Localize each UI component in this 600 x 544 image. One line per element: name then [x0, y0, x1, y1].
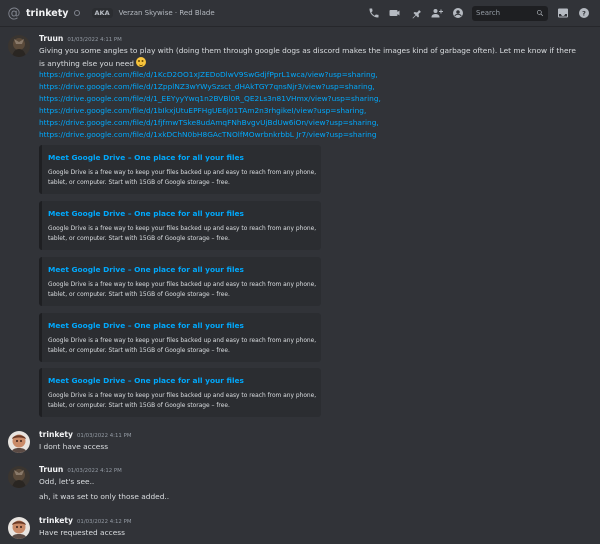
aka-badge: AKA	[91, 8, 113, 18]
dm-header: @ trinkety AKA Verzan Skywise · Red Blad…	[0, 0, 600, 27]
embed-description: Google Drive is a free way to keep your …	[48, 226, 317, 242]
message-header: Truun 01/03/2022 4:11 PM	[39, 34, 122, 43]
username[interactable]: trinkety	[39, 516, 73, 525]
aka-names: Verzan Skywise · Red Blade	[118, 9, 215, 17]
message-text: Giving you some angles to play with (doi…	[39, 46, 576, 55]
username[interactable]: Truun	[39, 465, 63, 474]
message-text-line: is anything else you need	[39, 59, 134, 68]
timestamp: 01/03/2022 4:11 PM	[67, 37, 122, 43]
at-sign-icon: @	[7, 5, 21, 21]
avatar[interactable]	[8, 431, 30, 453]
pinned-messages-icon[interactable]	[405, 4, 426, 22]
inbox-icon[interactable]	[552, 4, 573, 22]
add-friends-icon[interactable]	[426, 4, 447, 22]
search-box[interactable]	[472, 5, 548, 21]
drive-link[interactable]: https://drive.google.com/file/d/1KcD2OO1…	[39, 69, 378, 81]
link-embed: Meet Google Drive – One place for all yo…	[39, 313, 321, 362]
drive-link[interactable]: https://drive.google.com/file/d/1fjfmwTS…	[39, 117, 379, 129]
link-embed: Meet Google Drive – One place for all yo…	[39, 257, 321, 306]
search-icon	[537, 10, 544, 17]
dm-username[interactable]: trinkety	[26, 8, 69, 19]
drive-link[interactable]: https://drive.google.com/file/d/1xkDChN0…	[39, 129, 377, 141]
timestamp: 01/03/2022 4:12 PM	[67, 468, 122, 474]
timestamp: 01/03/2022 4:11 PM	[76, 433, 132, 439]
embed-description: Google Drive is a free way to keep your …	[48, 170, 317, 186]
drive-link[interactable]: https://drive.google.com/file/d/1_EEYyyY…	[39, 93, 381, 105]
embed-description: Google Drive is a free way to keep your …	[48, 338, 317, 354]
embed-title[interactable]: Meet Google Drive – One place for all yo…	[48, 376, 244, 385]
slightly-smiling-face-icon	[135, 57, 146, 67]
avatar[interactable]	[8, 35, 30, 57]
search-input[interactable]	[476, 9, 536, 17]
message-header: trinkety 01/03/2022 4:12 PM	[39, 516, 131, 525]
link-embed: Meet Google Drive – One place for all yo…	[39, 145, 321, 194]
svg-text:?: ?	[582, 9, 586, 17]
avatar[interactable]	[8, 517, 30, 539]
username[interactable]: Truun	[39, 34, 63, 43]
message-text: ah, it was set to only those added..	[39, 492, 170, 501]
message-header: trinkety 01/03/2022 4:11 PM	[39, 430, 131, 439]
drive-link[interactable]: https://drive.google.com/file/d/1ZpplNZ3…	[39, 81, 375, 93]
status-offline-icon	[73, 10, 80, 16]
username[interactable]: trinkety	[39, 430, 73, 439]
embed-description: Google Drive is a free way to keep your …	[48, 282, 317, 298]
embed-title[interactable]: Meet Google Drive – One place for all yo…	[48, 265, 244, 274]
message-header: Truun 01/03/2022 4:12 PM	[39, 465, 122, 474]
embed-title[interactable]: Meet Google Drive – One place for all yo…	[48, 153, 244, 162]
message-text: I dont have access	[39, 442, 109, 451]
embed-title[interactable]: Meet Google Drive – One place for all yo…	[48, 209, 244, 218]
call-icon[interactable]	[363, 4, 384, 22]
embed-title[interactable]: Meet Google Drive – One place for all yo…	[48, 321, 244, 330]
header-left: @ trinkety AKA Verzan Skywise · Red Blad…	[6, 6, 363, 21]
avatar[interactable]	[8, 466, 30, 488]
user-profile-icon[interactable]	[447, 4, 468, 22]
header-toolbar: ?	[363, 4, 594, 22]
message-text: Have requested access	[39, 528, 125, 537]
link-embed: Meet Google Drive – One place for all yo…	[39, 368, 321, 417]
message-text: Odd, let's see..	[39, 477, 95, 486]
embed-description: Google Drive is a free way to keep your …	[48, 393, 317, 409]
video-call-icon[interactable]	[384, 4, 405, 22]
drive-link[interactable]: https://drive.google.com/file/d/1bIkxjUt…	[39, 105, 366, 117]
link-embed: Meet Google Drive – One place for all yo…	[39, 201, 321, 250]
timestamp: 01/03/2022 4:12 PM	[76, 519, 132, 525]
help-icon[interactable]: ?	[573, 4, 594, 22]
